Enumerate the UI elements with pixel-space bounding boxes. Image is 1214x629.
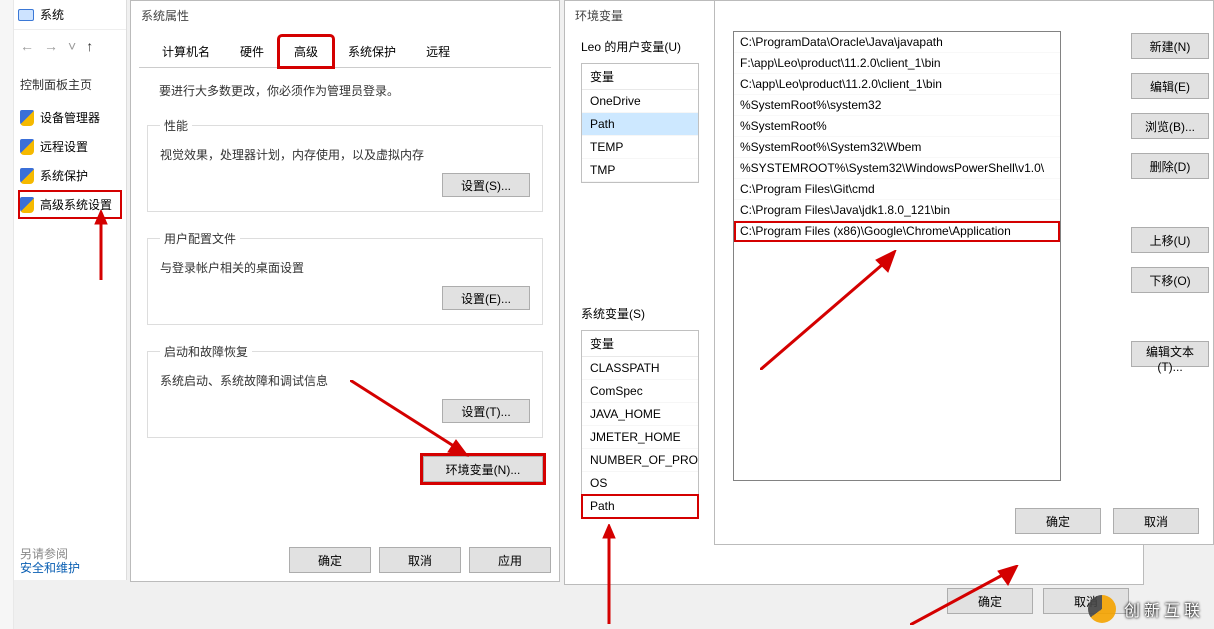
watermark-text: 创新互联 xyxy=(1124,597,1204,621)
column-header-var[interactable]: 变量 xyxy=(582,331,698,357)
startup-desc: 系统启动、系统故障和调试信息 xyxy=(160,368,530,399)
parent-gutter xyxy=(0,0,14,629)
profile-legend: 用户配置文件 xyxy=(160,230,240,247)
sidebar-item-label: 设备管理器 xyxy=(40,109,100,126)
move-down-button[interactable]: 下移(O) xyxy=(1131,267,1209,293)
path-entries-list[interactable]: C:\ProgramData\Oracle\Java\javapath F:\a… xyxy=(733,31,1061,481)
profile-desc: 与登录帐户相关的桌面设置 xyxy=(160,255,530,286)
profile-group: 用户配置文件 与登录帐户相关的桌面设置 设置(E)... xyxy=(147,230,543,325)
tab-hardware[interactable]: 硬件 xyxy=(225,36,279,67)
tab-remote[interactable]: 远程 xyxy=(411,36,465,67)
shield-icon xyxy=(20,110,34,126)
system-properties-window: 系统属性 计算机名 硬件 高级 系统保护 远程 要进行大多数更改，你必须作为管理… xyxy=(130,0,560,582)
table-row[interactable]: TMP xyxy=(582,159,698,182)
performance-settings-button[interactable]: 设置(S)... xyxy=(442,173,530,197)
back-arrow-icon[interactable]: ← xyxy=(20,38,34,54)
up-arrow-icon[interactable]: ↑ xyxy=(86,38,93,54)
nav-arrows: ← → ˅ ↑ xyxy=(14,30,126,62)
column-header-var[interactable]: 变量 xyxy=(582,64,698,90)
performance-group: 性能 视觉效果，处理器计划，内存使用，以及虚拟内存 设置(S)... xyxy=(147,117,543,212)
logo-icon xyxy=(1088,595,1116,623)
control-panel-sidebar: 系统 ← → ˅ ↑ 控制面板主页 设备管理器 远程设置 系统保护 高级系统设置… xyxy=(14,0,127,580)
startup-group: 启动和故障恢复 系统启动、系统故障和调试信息 设置(T)... xyxy=(147,343,543,438)
list-item[interactable]: C:\Program Files\Git\cmd xyxy=(734,179,1060,200)
cancel-button[interactable]: 取消 xyxy=(379,547,461,573)
edit-side-buttons: 新建(N) 编辑(E) 浏览(B)... 删除(D) 上移(U) 下移(O) 编… xyxy=(1131,33,1209,367)
shield-icon xyxy=(20,168,34,184)
sidebar-item-advanced[interactable]: 高级系统设置 xyxy=(18,190,122,219)
delete-button[interactable]: 删除(D) xyxy=(1131,153,1209,179)
browse-button[interactable]: 浏览(B)... xyxy=(1131,113,1209,139)
edit-text-button[interactable]: 编辑文本(T)... xyxy=(1131,341,1209,367)
table-row[interactable]: OS xyxy=(582,472,698,495)
shield-icon xyxy=(20,139,34,155)
sidebar-item-protection[interactable]: 系统保护 xyxy=(18,161,122,190)
tab-bar: 计算机名 硬件 高级 系统保护 远程 xyxy=(139,30,551,68)
table-row[interactable]: NUMBER_OF_PROCE xyxy=(582,449,698,472)
edit-path-window: C:\ProgramData\Oracle\Java\javapath F:\a… xyxy=(714,0,1214,545)
sidebar-title-row: 系统 xyxy=(14,0,126,30)
sidebar-item-remote[interactable]: 远程设置 xyxy=(18,132,122,161)
list-item[interactable]: %SystemRoot%\system32 xyxy=(734,95,1060,116)
edit-cancel-button[interactable]: 取消 xyxy=(1113,508,1199,534)
edit-ok-button[interactable]: 确定 xyxy=(1015,508,1101,534)
monitor-icon xyxy=(18,9,34,21)
edit-button[interactable]: 编辑(E) xyxy=(1131,73,1209,99)
list-item[interactable]: C:\app\Leo\product\11.2.0\client_1\bin xyxy=(734,74,1060,95)
list-item[interactable]: %SystemRoot%\System32\Wbem xyxy=(734,137,1060,158)
tab-advanced[interactable]: 高级 xyxy=(279,36,333,67)
table-row[interactable]: ComSpec xyxy=(582,380,698,403)
forward-arrow-icon: → xyxy=(44,38,58,54)
performance-desc: 视觉效果，处理器计划，内存使用，以及虚拟内存 xyxy=(160,142,530,173)
list-item[interactable]: %SystemRoot% xyxy=(734,116,1060,137)
startup-legend: 启动和故障恢复 xyxy=(160,343,252,360)
apply-button[interactable]: 应用 xyxy=(469,547,551,573)
edit-footer: 确定 取消 xyxy=(1015,508,1199,534)
new-button[interactable]: 新建(N) xyxy=(1131,33,1209,59)
table-row[interactable]: JAVA_HOME xyxy=(582,403,698,426)
window-title: 系统属性 xyxy=(131,1,559,30)
sidebar-item-label: 系统保护 xyxy=(40,167,88,184)
environment-variables-button[interactable]: 环境变量(N)... xyxy=(423,456,543,482)
move-up-button[interactable]: 上移(U) xyxy=(1131,227,1209,253)
sidebar-list: 设备管理器 远程设置 系统保护 高级系统设置 xyxy=(14,103,126,219)
performance-legend: 性能 xyxy=(160,117,192,134)
sidebar-item-device-manager[interactable]: 设备管理器 xyxy=(18,103,122,132)
env-ok-button[interactable]: 确定 xyxy=(947,588,1033,614)
list-item[interactable]: C:\Program Files\Java\jdk1.8.0_121\bin xyxy=(734,200,1060,221)
dropdown-caret-icon[interactable]: ˅ xyxy=(68,38,76,54)
sys-vars-table: 变量 CLASSPATH ComSpec JAVA_HOME JMETER_HO… xyxy=(581,330,699,519)
safety-link[interactable]: 安全和维护 xyxy=(20,555,80,580)
admin-intro: 要进行大多数更改，你必须作为管理员登录。 xyxy=(131,68,559,113)
list-item[interactable]: F:\app\Leo\product\11.2.0\client_1\bin xyxy=(734,53,1060,74)
ok-button[interactable]: 确定 xyxy=(289,547,371,573)
sidebar-title: 系统 xyxy=(40,6,64,23)
list-item[interactable]: C:\ProgramData\Oracle\Java\javapath xyxy=(734,32,1060,53)
sidebar-item-label: 高级系统设置 xyxy=(40,196,112,213)
table-row-path[interactable]: Path xyxy=(582,495,698,518)
sidebar-heading[interactable]: 控制面板主页 xyxy=(14,62,126,103)
profile-settings-button[interactable]: 设置(E)... xyxy=(442,286,530,310)
table-row[interactable]: CLASSPATH xyxy=(582,357,698,380)
table-row[interactable]: TEMP xyxy=(582,136,698,159)
sysprop-footer: 确定 取消 应用 xyxy=(289,547,551,573)
watermark: 创新互联 xyxy=(1088,595,1204,623)
table-row[interactable]: OneDrive xyxy=(582,90,698,113)
user-vars-table: 变量 OneDrive Path TEMP TMP xyxy=(581,63,699,183)
tab-protection[interactable]: 系统保护 xyxy=(333,36,411,67)
shield-icon xyxy=(20,197,34,213)
startup-settings-button[interactable]: 设置(T)... xyxy=(442,399,530,423)
sidebar-item-label: 远程设置 xyxy=(40,138,88,155)
list-item[interactable]: %SYSTEMROOT%\System32\WindowsPowerShell\… xyxy=(734,158,1060,179)
table-row[interactable]: Path xyxy=(582,113,698,136)
list-item-chrome[interactable]: C:\Program Files (x86)\Google\Chrome\App… xyxy=(734,221,1060,242)
table-row[interactable]: JMETER_HOME xyxy=(582,426,698,449)
tab-computer-name[interactable]: 计算机名 xyxy=(147,36,225,67)
